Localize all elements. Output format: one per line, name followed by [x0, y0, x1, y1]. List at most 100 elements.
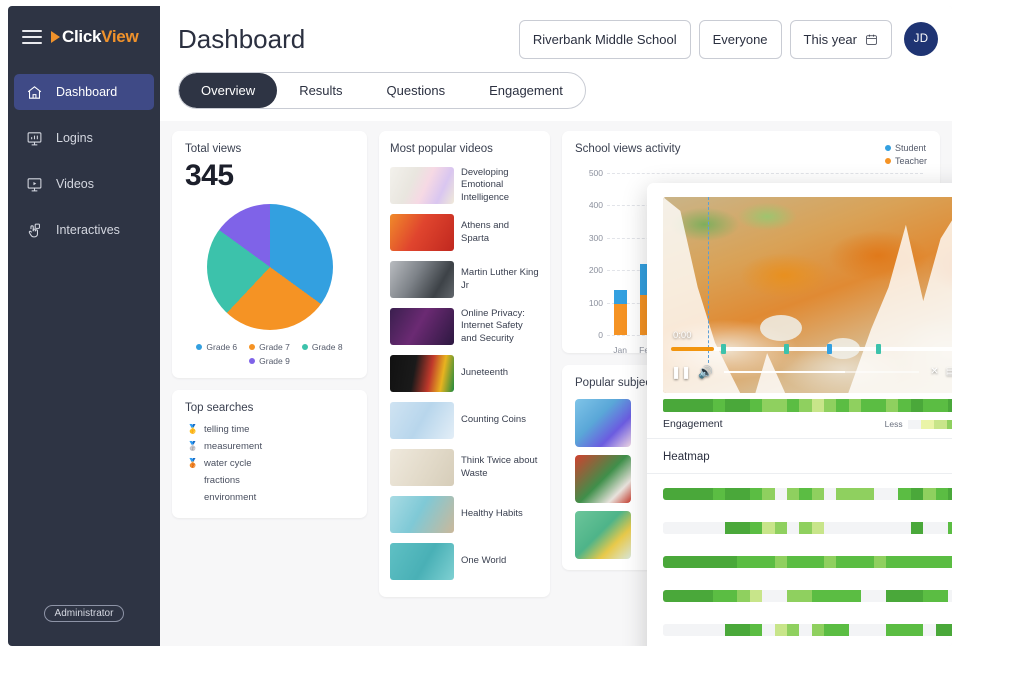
heatmap-cell: [675, 556, 687, 568]
timeline-marker[interactable]: [721, 344, 726, 354]
list-item[interactable]: 🥈measurement: [185, 438, 354, 455]
tab-questions[interactable]: Questions: [365, 73, 468, 108]
engagement-cell: [675, 399, 687, 412]
timeline-marker[interactable]: [784, 344, 789, 354]
engagement-cell: [898, 399, 910, 412]
heatmap-cell: [762, 556, 774, 568]
heatmap-cell: [775, 590, 787, 602]
volume-icon[interactable]: 🔊: [698, 366, 713, 378]
legend-label: Grade 8: [312, 342, 343, 352]
tab-overview[interactable]: Overview: [179, 73, 277, 108]
heatmap-cell: [812, 624, 824, 636]
video-list-item[interactable]: Online Privacy: Internet Safety and Secu…: [390, 303, 539, 350]
list-item[interactable]: 🥉 water cycle: [185, 455, 354, 472]
top-searches-title: Top searches: [185, 402, 354, 414]
heatmap-cell: [688, 522, 700, 534]
tab-bar: Overview Results Questions Engagement: [178, 72, 586, 109]
search-term: environment: [204, 492, 256, 503]
y-axis-tick: 400: [575, 200, 603, 210]
heatmap-row[interactable]: [663, 556, 952, 568]
video-list-item[interactable]: One World: [390, 538, 539, 585]
column-left: Total views 345 Grade 6Grade 7Grade 8Gra…: [172, 131, 367, 518]
subject-thumbnail: [575, 399, 631, 447]
video-list-item[interactable]: Developing Emotional Intelligence: [390, 162, 539, 209]
heatmap-cell: [663, 624, 675, 636]
heatmap-row[interactable]: [663, 488, 952, 500]
audience-filter[interactable]: Everyone: [699, 20, 782, 59]
video-list-item[interactable]: Athens and Sparta: [390, 209, 539, 256]
close-icon[interactable]: ✕: [930, 367, 938, 377]
stacked-bar[interactable]: [614, 290, 627, 335]
engagement-cell: [775, 399, 787, 412]
video-list-item[interactable]: Juneteenth: [390, 350, 539, 397]
tab-engagement[interactable]: Engagement: [467, 73, 585, 108]
video-list-item[interactable]: Think Twice about Waste: [390, 444, 539, 491]
scale-step: [921, 420, 934, 429]
avatar[interactable]: JD: [904, 22, 938, 56]
date-range-filter[interactable]: This year: [790, 20, 892, 59]
heatmap-cell: [824, 624, 836, 636]
total-views-card: Total views 345 Grade 6Grade 7Grade 8Gra…: [172, 131, 367, 378]
heatmap-row[interactable]: [663, 624, 952, 636]
sidebar-item-dashboard[interactable]: Dashboard: [14, 74, 154, 110]
school-filter[interactable]: Riverbank Middle School: [519, 20, 691, 59]
video-title: Online Privacy: Internet Safety and Secu…: [461, 308, 539, 344]
video-playhead[interactable]: [708, 197, 709, 363]
logo-text-click: Click: [62, 27, 101, 47]
engagement-strip[interactable]: [663, 399, 952, 412]
sidebar-item-logins[interactable]: Logins: [14, 120, 154, 156]
heatmap-cell: [948, 556, 952, 568]
video-title: Healthy Habits: [461, 508, 523, 520]
heatmap-cell: [874, 590, 886, 602]
video-thumbnail: [390, 449, 454, 486]
pie-chart-wrapper: [185, 198, 354, 340]
timeline-marker[interactable]: [827, 344, 832, 354]
heatmap-cell: [886, 556, 898, 568]
heatmap-cell: [911, 522, 923, 534]
heatmap-cell: [799, 522, 811, 534]
y-axis-tick: 0: [575, 330, 603, 340]
heatmap-cell: [836, 624, 848, 636]
heatmap-row[interactable]: [663, 522, 952, 534]
video-list-item[interactable]: Healthy Habits: [390, 491, 539, 538]
search-term: measurement: [204, 441, 262, 452]
engagement-cell: [750, 399, 762, 412]
y-axis-tick: 500: [575, 168, 603, 178]
popular-videos-title: Most popular videos: [390, 143, 539, 155]
list-item[interactable]: 🥇telling time: [185, 421, 354, 438]
pause-icon[interactable]: ❚❚: [671, 366, 691, 378]
video-player[interactable]: ♡ 0:00 0:20 ❚❚ 🔊 ✕ ▤: [663, 197, 952, 393]
sidebar-item-videos[interactable]: Videos: [14, 166, 154, 202]
sidebar-item-interactives[interactable]: Interactives: [14, 212, 154, 248]
video-list-item[interactable]: Martin Luther King Jr: [390, 256, 539, 303]
heatmap-cell: [663, 590, 675, 602]
heatmap-cell: [700, 556, 712, 568]
heatmap-cell: [700, 522, 712, 534]
tab-results[interactable]: Results: [277, 73, 364, 108]
gold-medal-icon: 🥇: [187, 424, 199, 435]
legend-label: Grade 6: [206, 342, 237, 352]
video-title: Martin Luther King Jr: [461, 267, 539, 291]
search-term: water cycle: [204, 458, 252, 469]
pie-legend-item: Grade 6: [196, 342, 237, 352]
volume-slider[interactable]: [724, 371, 919, 373]
hamburger-menu-icon[interactable]: [22, 30, 42, 44]
clickview-logo[interactable]: Click View: [51, 27, 138, 47]
heatmap-cell: [787, 590, 799, 602]
list-item[interactable]: fractions: [185, 472, 354, 489]
timeline-marker[interactable]: [876, 344, 881, 354]
video-title: Counting Coins: [461, 414, 526, 426]
logo-text-view: View: [101, 27, 138, 47]
bronze-medal-icon: 🥉: [187, 458, 199, 469]
video-list-item[interactable]: Counting Coins: [390, 397, 539, 444]
video-scrubber[interactable]: [671, 347, 952, 351]
heatmap-row[interactable]: [663, 590, 952, 602]
heatmap-cell: [861, 590, 873, 602]
pie-legend: Grade 6Grade 7Grade 8Grade 9: [185, 340, 354, 366]
list-item[interactable]: environment: [185, 489, 354, 506]
engagement-cell: [824, 399, 836, 412]
heatmap-cell: [936, 488, 948, 500]
captions-icon[interactable]: ▤: [946, 367, 952, 377]
heatmap-card: Heatmap: [647, 438, 952, 646]
pie-legend-item: Grade 7: [249, 342, 290, 352]
